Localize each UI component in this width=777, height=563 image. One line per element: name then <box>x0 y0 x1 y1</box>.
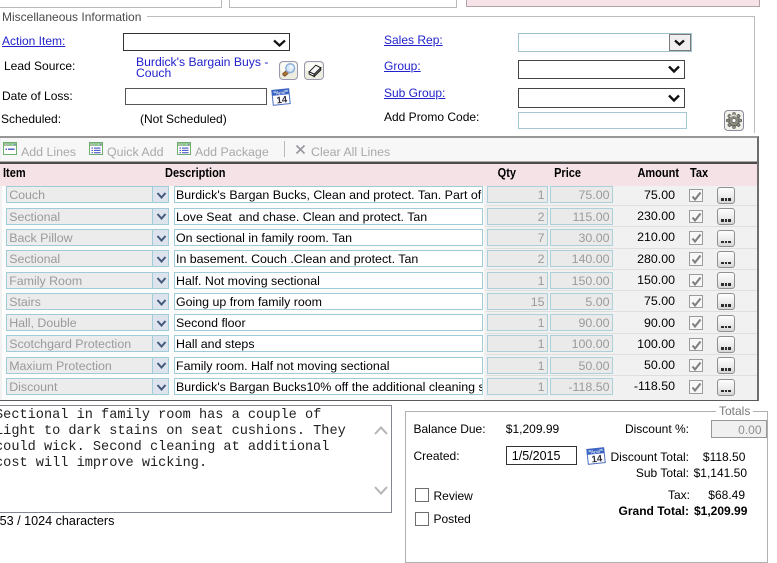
svg-text:14: 14 <box>276 94 288 106</box>
